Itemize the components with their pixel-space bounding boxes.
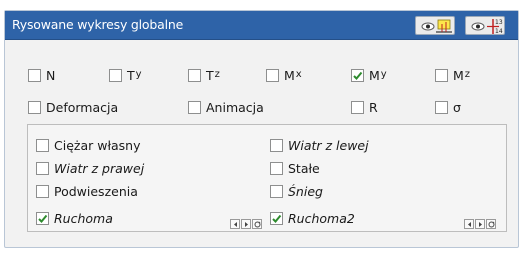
eye-diagram-icon [421, 19, 452, 33]
load-case-item[interactable]: Stałe [270, 159, 320, 177]
option-label: Deformacja [46, 99, 119, 115]
force-option-tz[interactable]: Tz [188, 66, 220, 84]
load-case-item[interactable]: Śnieg [270, 182, 323, 200]
ruchoma-nav-controls [230, 219, 262, 229]
arrow-left-icon [468, 222, 471, 227]
checkmark-icon [272, 214, 282, 223]
checkbox[interactable] [270, 184, 283, 198]
load-case-label: Ruchoma2 [288, 210, 355, 226]
load-case-item[interactable]: Podwieszenia [36, 182, 138, 200]
checkbox[interactable] [28, 100, 41, 114]
checkbox[interactable] [270, 138, 283, 152]
force-label: M [369, 67, 380, 83]
option-label: R [369, 99, 378, 115]
arrow-left-icon [234, 222, 237, 227]
checkbox[interactable] [36, 161, 49, 175]
refresh-icon [488, 221, 495, 228]
force-label: T [127, 67, 135, 83]
option-2[interactable]: R [351, 98, 378, 116]
refresh-icon [254, 221, 261, 228]
checkbox-checked[interactable] [351, 68, 364, 82]
checkbox[interactable] [109, 68, 122, 82]
checkmark-icon [38, 214, 48, 223]
load-case-label: Śnieg [288, 183, 323, 199]
checkbox[interactable] [188, 100, 201, 114]
checkbox-checked[interactable] [270, 211, 283, 225]
checkbox[interactable] [266, 68, 279, 82]
load-case-item[interactable]: Wiatr z lewej [270, 136, 369, 154]
checkbox[interactable] [435, 100, 448, 114]
next-button[interactable] [475, 219, 485, 229]
prev-button[interactable] [230, 219, 240, 229]
arrow-right-icon [479, 222, 482, 227]
svg-text:13: 13 [495, 19, 503, 26]
checkbox[interactable] [36, 184, 49, 198]
load-case-label: Podwieszenia [54, 183, 138, 199]
checkbox[interactable] [28, 68, 41, 82]
show-diagram-button[interactable] [415, 16, 455, 35]
eye-numbers-icon: 13 14 [471, 19, 503, 35]
checkbox[interactable] [435, 68, 448, 82]
force-option-my[interactable]: My [351, 66, 387, 84]
checkmark-icon [353, 71, 363, 80]
force-option-n[interactable]: N [28, 66, 55, 84]
ruchoma2-nav-controls [464, 219, 496, 229]
checkbox[interactable] [188, 68, 201, 82]
refresh-button[interactable] [486, 219, 496, 229]
force-option-mz[interactable]: Mz [435, 66, 470, 84]
arrow-right-icon [245, 222, 248, 227]
force-option-mx[interactable]: Mx [266, 66, 302, 84]
load-case-label: Wiatr z prawej [54, 160, 145, 176]
panel-titlebar: Rysowane wykresy globalne 13 14 [5, 11, 518, 40]
force-option-ty[interactable]: Ty [109, 66, 142, 84]
prev-button[interactable] [464, 219, 474, 229]
option-0[interactable]: Deformacja [28, 98, 118, 116]
load-case-item[interactable]: Ciężar własny [36, 136, 141, 154]
force-label: M [284, 67, 295, 83]
load-case-label: Stałe [288, 160, 320, 176]
checkbox[interactable] [270, 161, 283, 175]
option-label: σ [453, 99, 461, 115]
checkbox[interactable] [36, 138, 49, 152]
force-label: N [46, 67, 56, 83]
refresh-button[interactable] [252, 219, 262, 229]
next-button[interactable] [241, 219, 251, 229]
option-1[interactable]: Animacja [188, 98, 264, 116]
load-case-item[interactable]: Ruchoma [36, 209, 113, 227]
load-case-item[interactable]: Wiatr z prawej [36, 159, 144, 177]
load-case-label: Wiatr z lewej [288, 137, 369, 153]
force-label: T [206, 67, 214, 83]
option-3[interactable]: σ [435, 98, 461, 116]
checkbox[interactable] [351, 100, 364, 114]
option-label: Animacja [206, 99, 264, 115]
load-case-label: Ciężar własny [54, 137, 141, 153]
load-case-label: Ruchoma [54, 210, 113, 226]
panel-title: Rysowane wykresy globalne [12, 17, 184, 32]
checkbox-checked[interactable] [36, 211, 49, 225]
force-label: M [453, 67, 464, 83]
svg-text:14: 14 [495, 28, 503, 35]
show-values-button[interactable]: 13 14 [465, 16, 505, 35]
load-case-item[interactable]: Ruchoma2 [270, 209, 355, 227]
